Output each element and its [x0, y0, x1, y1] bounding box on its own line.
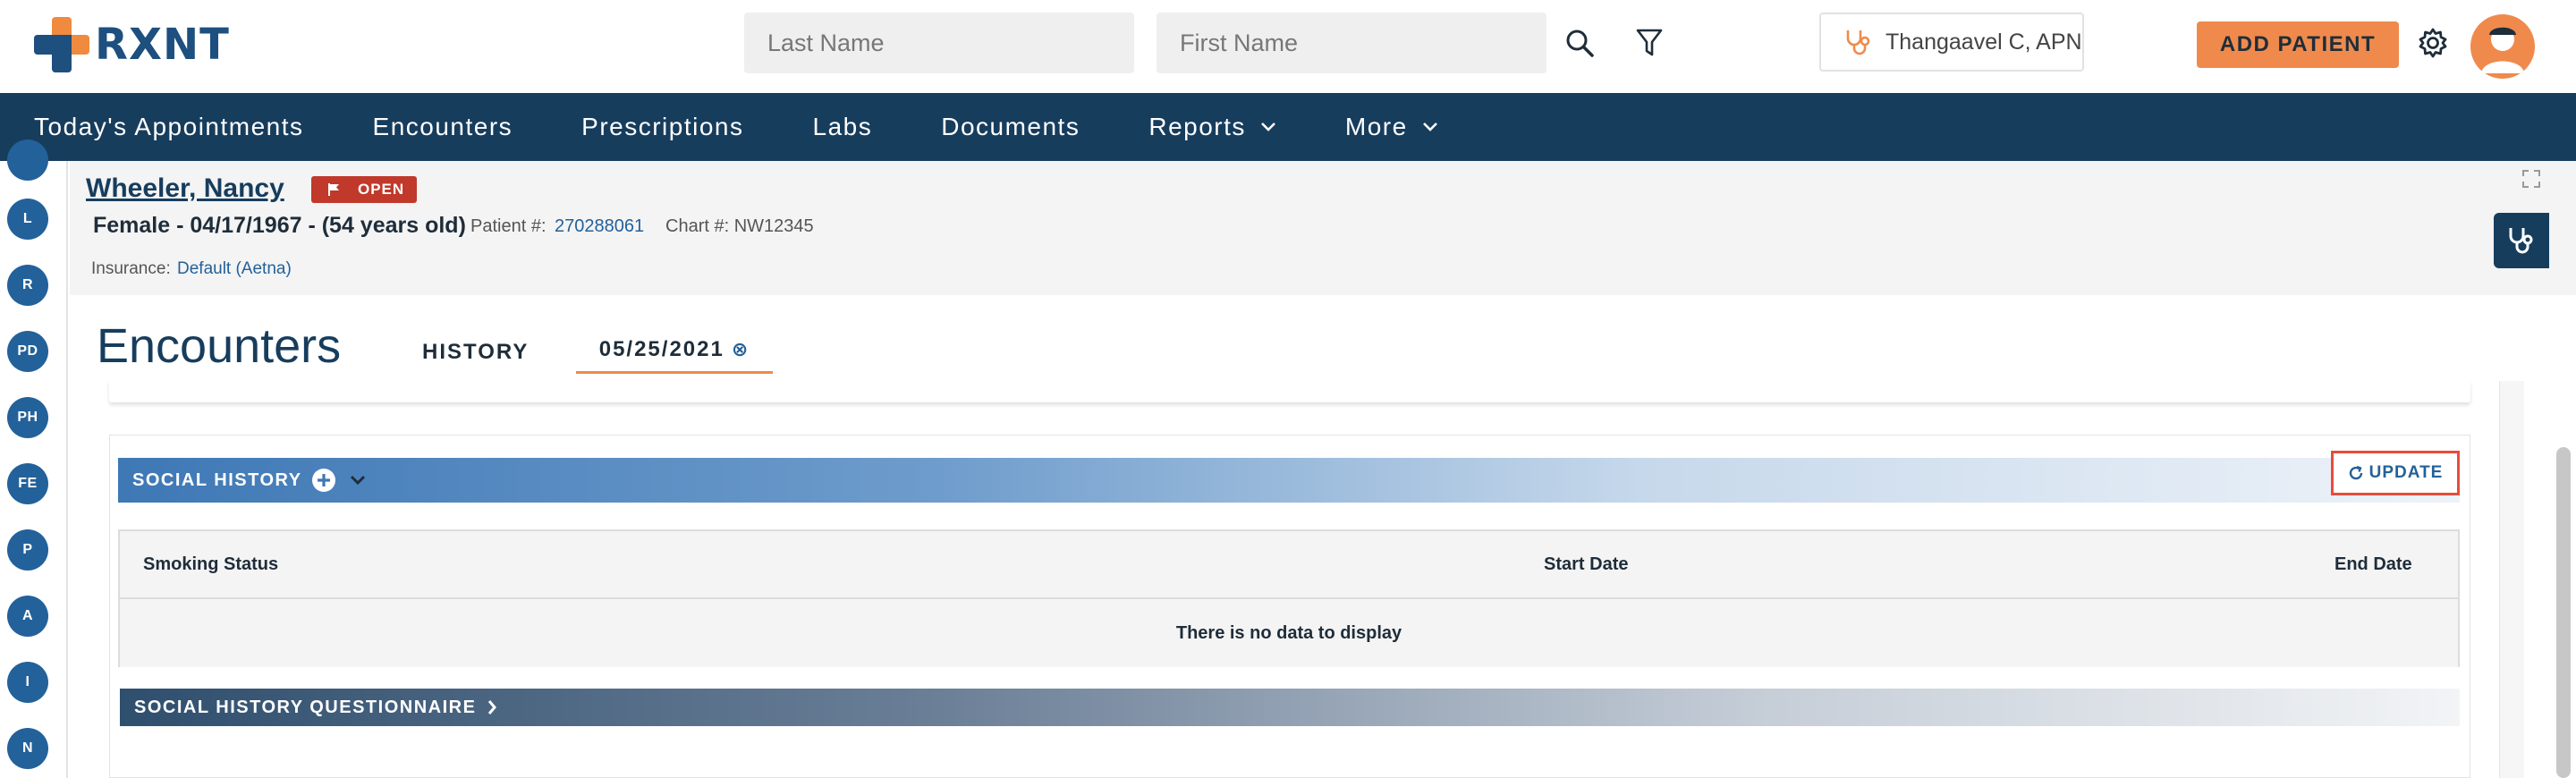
patient-banner: Wheeler, Nancy OPEN Female - 04/17/1967 … — [70, 161, 2576, 295]
column-header-end-date[interactable]: End Date — [2334, 554, 2412, 575]
table-header: Smoking Status Start Date End Date — [120, 531, 2458, 599]
nav-encounters[interactable]: Encounters — [373, 113, 513, 141]
add-circle-icon[interactable] — [311, 468, 336, 493]
provider-name: Thangaavel C, APN — [1885, 29, 2082, 55]
section-title: SOCIAL HISTORY — [132, 469, 302, 490]
search-icon[interactable] — [1560, 23, 1599, 63]
tab-history[interactable]: HISTORY — [422, 340, 529, 365]
refresh-icon — [2349, 465, 2362, 480]
rail-item-i[interactable]: I — [7, 662, 48, 703]
tab-encounter-date[interactable]: 05/25/2021 ⊗ — [576, 327, 773, 374]
chevron-down-icon — [1260, 123, 1275, 131]
social-history-table: Smoking Status Start Date End Date There… — [118, 529, 2460, 667]
expand-icon[interactable] — [2521, 168, 2542, 190]
social-history-header[interactable]: SOCIAL HISTORY — [118, 458, 2460, 503]
page-title: Encounters — [97, 319, 342, 373]
column-header-smoking-status[interactable]: Smoking Status — [143, 554, 278, 575]
rail-item-partial[interactable] — [7, 140, 48, 181]
first-name-input[interactable] — [1157, 13, 1546, 73]
rail-item-fe[interactable]: FE — [7, 463, 48, 504]
patient-name-link[interactable]: Wheeler, Nancy — [86, 173, 284, 204]
nav-todays-appointments[interactable]: Today's Appointments — [34, 113, 304, 141]
filter-icon[interactable] — [1630, 23, 1669, 63]
nav-reports[interactable]: Reports — [1148, 113, 1276, 141]
main-nav: Today's Appointments Encounters Prescrip… — [0, 93, 2576, 161]
nav-documents[interactable]: Documents — [941, 113, 1080, 141]
provider-selector[interactable]: Thangaavel C, APN — [1819, 13, 2084, 72]
rail-item-a[interactable]: A — [7, 596, 48, 637]
chart-number: Chart #: NW12345 — [665, 216, 814, 236]
update-button[interactable]: UPDATE — [2331, 451, 2460, 495]
close-tab-icon[interactable]: ⊗ — [732, 338, 750, 361]
chevron-down-icon — [1422, 123, 1437, 131]
empty-table-message: There is no data to display — [120, 599, 2458, 667]
chevron-right-icon — [488, 700, 497, 715]
section-rail: L R PD PH FE P A I N — [0, 140, 68, 778]
questionnaire-title: SOCIAL HISTORY QUESTIONNAIRE — [134, 697, 477, 717]
questionnaire-header[interactable]: SOCIAL HISTORY QUESTIONNAIRE — [120, 689, 2460, 726]
chevron-down-icon[interactable] — [349, 474, 367, 486]
rail-item-r[interactable]: R — [7, 265, 48, 306]
previous-section-edge — [109, 381, 2470, 402]
rail-item-l[interactable]: L — [7, 199, 48, 240]
insurance-label: Insurance: — [91, 259, 171, 278]
nav-labs[interactable]: Labs — [813, 113, 873, 141]
nav-prescriptions[interactable]: Prescriptions — [581, 113, 743, 141]
rxnt-cross-icon — [34, 17, 89, 72]
logo-text: RXNT — [95, 20, 230, 70]
page-scrollbar[interactable] — [2556, 447, 2571, 778]
rail-item-pd[interactable]: PD — [7, 331, 48, 372]
stethoscope-icon — [2509, 228, 2533, 254]
flag-icon — [328, 183, 339, 196]
rail-item-p[interactable]: P — [7, 529, 48, 571]
rail-item-ph[interactable]: PH — [7, 397, 48, 438]
user-avatar[interactable] — [2470, 14, 2535, 79]
clinical-tools-button[interactable] — [2494, 213, 2549, 268]
gear-icon[interactable] — [2411, 21, 2454, 64]
nav-more[interactable]: More — [1345, 113, 1438, 141]
stethoscope-icon — [1846, 30, 1870, 55]
patient-number-label: Patient #: — [470, 216, 547, 236]
top-header: RXNT Thangaavel C, APN ADD PATIENT — [0, 0, 2576, 93]
last-name-input[interactable] — [744, 13, 1134, 73]
insurance-link[interactable]: Default (Aetna) — [177, 259, 292, 279]
status-badge: OPEN — [311, 176, 417, 203]
column-header-start-date[interactable]: Start Date — [1544, 554, 1628, 575]
add-patient-button[interactable]: ADD PATIENT — [2197, 21, 2399, 68]
inner-scroll-track[interactable] — [2499, 381, 2524, 778]
rail-item-n[interactable]: N — [7, 728, 48, 769]
patient-demographics: Female - 04/17/1967 - (54 years old) — [93, 213, 466, 238]
rxnt-logo[interactable]: RXNT — [34, 16, 230, 73]
patient-number-link[interactable]: 270288061 — [555, 216, 644, 237]
